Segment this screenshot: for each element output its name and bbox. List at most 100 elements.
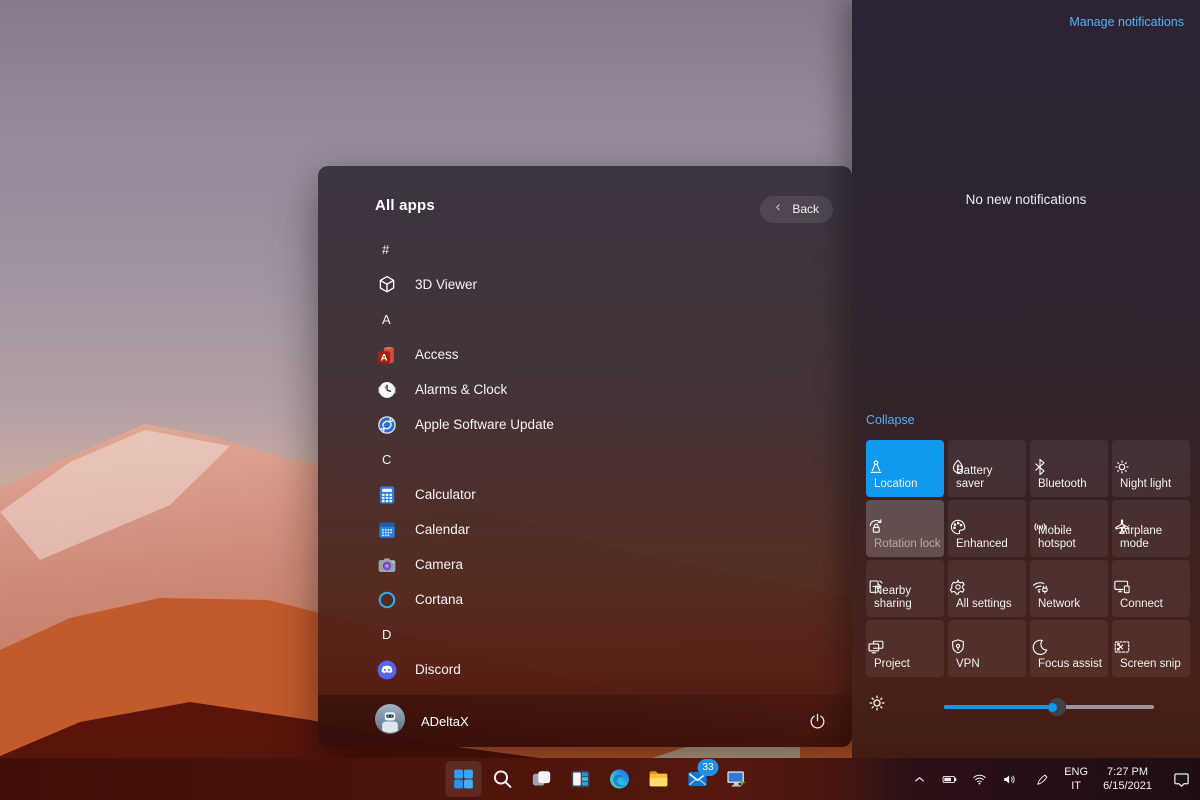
tile-label: Bluetooth [1038,478,1087,491]
tray-pen-icon[interactable] [1034,771,1051,788]
quick-tile-airplane-mode[interactable]: Airplane mode [1112,500,1190,557]
taskbar-edge-button[interactable] [602,761,638,797]
edge-icon [609,769,630,789]
app-item-camera[interactable]: Camera [375,547,832,582]
avatar [375,703,405,739]
brightness-slider-fill [944,705,1058,709]
quick-tile-connect[interactable]: Connect [1112,560,1190,617]
power-icon [810,713,825,729]
start-icon [454,769,473,789]
tile-label: Nearby sharing [874,584,912,611]
access-icon: A [378,346,394,363]
section-letter-d[interactable]: D [375,617,832,652]
app-item-discord[interactable]: Discord [375,652,832,687]
language-indicator[interactable]: ENG IT [1064,765,1088,794]
brightness-slider[interactable] [944,698,1154,716]
screen-snip-icon [1114,641,1130,653]
tile-label: Connect [1120,598,1163,611]
app-label: Discord [415,662,461,677]
chevron-left-icon [772,201,785,217]
panel-layout-icon [571,770,590,788]
taskbar-panel-layout-button[interactable] [563,761,599,797]
quick-tile-project[interactable]: Project [866,620,944,677]
quick-tile-night-light[interactable]: Night light [1112,440,1190,497]
taskbar-search-button[interactable] [485,761,521,797]
volume-icon [1004,775,1015,783]
alarms-clock-icon [378,381,396,398]
location-icon [870,460,882,473]
section-letter-a[interactable]: A [375,302,832,337]
desktop: All apps Back #3D Viewer A A Access Alarms &… [0,0,1200,800]
collapse-link[interactable]: Collapse [866,413,915,427]
tile-label: Rotation lock [874,538,941,551]
system-tray: ENG IT 7:27 PM 6/15/2021 [911,758,1192,800]
app-item-3d-viewer[interactable]: 3D Viewer [375,267,832,302]
file-explorer-icon [649,771,668,787]
enhanced-icon [950,519,966,535]
tile-label: Network [1038,598,1081,611]
quick-tile-all-settings[interactable]: All settings [948,560,1026,617]
quick-tile-enhanced[interactable]: Enhanced [948,500,1026,557]
tile-label: Location [874,478,918,491]
taskbar: 33 ENG IT 7:27 PM 6/15/2021 [0,758,1200,800]
all-settings-icon [949,579,965,595]
wifi-icon [973,774,987,785]
quick-tile-battery-saver[interactable]: Battery saver [948,440,1026,497]
tile-label: Night light [1120,478,1172,491]
quick-tile-location[interactable]: Location [866,440,944,497]
chevron-left-icon [776,204,780,211]
tray-chevron-up-icon[interactable] [911,771,928,788]
action-center-icon [1174,772,1189,787]
app-item-alarms-clock[interactable]: Alarms & Clock [375,372,832,407]
quick-tile-vpn[interactable]: VPN [948,620,1026,677]
rotation-lock-icon [869,519,882,533]
back-button[interactable]: Back [760,196,833,223]
manage-notifications-link[interactable]: Manage notifications [1069,15,1184,29]
tray-wifi-icon[interactable] [971,771,988,788]
all-apps-list: #3D Viewer A A Access Alarms & Clock Apple So… [375,232,832,687]
tile-label: Project [874,658,910,671]
app-item-access[interactable]: A Access [375,337,832,372]
quick-tile-focus-assist[interactable]: Focus assist [1030,620,1108,677]
app-item-apple-software-update[interactable]: Apple Software Update [375,407,832,442]
language-secondary: IT [1071,780,1082,792]
start-menu-header: All apps Back [318,194,852,223]
task-view-icon [532,771,551,786]
quick-tile-network[interactable]: Network [1030,560,1108,617]
quick-tile-rotation-lock[interactable]: Rotation lock [866,500,944,557]
back-button-label: Back [792,202,819,216]
taskbar-mail-button[interactable]: 33 [680,759,719,797]
language-primary: ENG [1064,765,1089,778]
section-letter-[interactable]: # [375,232,832,267]
tray-battery-icon[interactable] [941,771,958,788]
power-button[interactable] [805,709,830,737]
brightness-slider-thumb[interactable] [1048,698,1067,716]
user-profile[interactable]: ADeltaX [375,703,469,739]
app-item-calendar[interactable]: Calendar [375,512,832,547]
taskbar-remote-desktop-button[interactable] [719,761,755,797]
svg-text:A: A [381,352,388,363]
start-menu-user-bar: ADeltaX [318,695,852,747]
taskbar-task-view-button[interactable] [524,761,560,797]
app-label: Access [415,347,459,362]
app-item-cortana[interactable]: Cortana [375,582,832,617]
tile-label: Screen snip [1120,658,1181,671]
tray-volume-icon[interactable] [1001,771,1018,788]
quick-tile-mobile-hotspot[interactable]: Mobile hotspot [1030,500,1108,557]
app-item-calculator[interactable]: Calculator [375,477,832,512]
quick-tile-screen-snip[interactable]: Screen snip [1112,620,1190,677]
taskbar-start-button[interactable] [445,761,482,797]
clock[interactable]: 7:27 PM 6/15/2021 [1103,765,1152,794]
vpn-icon [952,639,964,654]
brightness-row [866,692,1184,724]
tray-action-center-icon[interactable] [1171,769,1192,790]
tile-label: Mobile hotspot [1038,524,1076,551]
app-label: Apple Software Update [415,417,554,432]
quick-tile-nearby-sharing[interactable]: Nearby sharing [866,560,944,617]
taskbar-file-explorer-button[interactable] [641,761,677,797]
project-icon [868,640,884,654]
section-letter-c[interactable]: C [375,442,832,477]
app-label: 3D Viewer [415,277,478,292]
remote-desktop-icon [727,771,746,787]
quick-tile-bluetooth[interactable]: Bluetooth [1030,440,1108,497]
